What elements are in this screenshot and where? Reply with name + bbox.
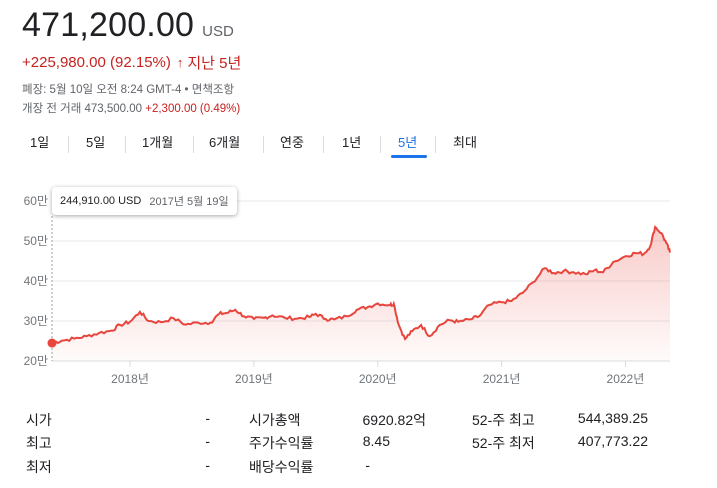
stat-value-low: - [205, 457, 210, 473]
x-tick-label: 2022년 [607, 372, 645, 386]
market-close-info: 폐장: 5월 10일 오전 8:24 GMT-4 • 면책조항 [22, 84, 235, 96]
chart-tooltip: 244,910.00 USD 2017년 5월 19일 [52, 187, 237, 215]
y-tick-label: 60만 [24, 194, 48, 208]
tab-5y[interactable]: 5년 [398, 128, 417, 158]
change-value: +225,980.00 (92.15%) [22, 54, 171, 71]
stat-label-52w-low: 52-주 최저 [472, 435, 535, 451]
y-tick-label: 40만 [24, 274, 48, 288]
stat-value-high: - [205, 433, 210, 449]
range-tabs: 1일 5일 1개월 6개월 연중 1년 5년 최대 [0, 128, 717, 160]
tab-divider [323, 136, 324, 153]
tab-divider [193, 136, 194, 153]
current-price: 471,200.00 [22, 6, 195, 44]
x-axis-labels: 2018년 2019년 2020년 2021년 2022년 [111, 372, 644, 386]
y-tick-label: 50만 [24, 234, 48, 248]
tab-5d[interactable]: 5일 [86, 128, 105, 158]
x-tick-label: 2019년 [235, 372, 273, 386]
premarket-info: 개장 전 거래 473,500.00 +2,300.00 (0.49%) [22, 100, 240, 116]
price-area-fill [52, 227, 670, 361]
hover-point [47, 338, 57, 348]
stat-label-low: 최저 [26, 459, 52, 475]
stat-value-open: - [205, 410, 210, 426]
stat-label-high: 최고 [26, 435, 52, 451]
tab-divider [380, 136, 381, 153]
stat-value-dividend-yield: - [365, 457, 370, 473]
price-header: 471,200.00 USD [22, 6, 234, 45]
arrow-up-icon: ↑ [176, 55, 184, 70]
stat-label-dividend-yield: 배당수익률 [249, 459, 314, 475]
y-tick-label: 30만 [24, 314, 48, 328]
change-period: 지난 5년 [187, 55, 242, 72]
tab-1m[interactable]: 1개월 [142, 128, 173, 158]
stat-label-open: 시가 [26, 412, 52, 428]
tab-divider [263, 136, 264, 153]
tooltip-date: 2017년 5월 19일 [149, 196, 229, 208]
stat-value-52w-high: 544,389.25 [577, 410, 648, 426]
x-tick-label: 2021년 [483, 372, 521, 386]
currency-label: USD [202, 23, 234, 40]
tab-ytd[interactable]: 연중 [280, 128, 304, 158]
price-change: +225,980.00 (92.15%) ↑ 지난 5년 [22, 52, 241, 73]
tab-6m[interactable]: 6개월 [209, 128, 240, 158]
x-tick-label: 2018년 [111, 372, 149, 386]
stat-value-52w-low: 407,773.22 [577, 433, 648, 449]
tab-1d[interactable]: 1일 [30, 128, 49, 158]
tab-divider [435, 136, 436, 153]
stat-label-market-cap: 시가총액 [249, 412, 301, 428]
premarket-change: +2,300.00 (0.49%) [145, 103, 241, 115]
y-axis-labels: 20만 30만 40만 50만 60만 [24, 194, 48, 368]
tab-divider [68, 136, 69, 153]
stat-label-52w-high: 52-주 최고 [472, 412, 535, 428]
stat-label-pe-ratio: 주가수익률 [249, 435, 314, 451]
stat-value-pe-ratio: 8.45 [362, 433, 390, 449]
tab-max[interactable]: 최대 [453, 128, 477, 158]
y-tick-label: 20만 [24, 354, 48, 368]
tab-divider [125, 136, 126, 153]
active-tab-indicator [391, 155, 427, 158]
x-tick-label: 2020년 [359, 372, 397, 386]
stat-value-market-cap: 6920.82억 [362, 412, 427, 428]
tab-1y[interactable]: 1년 [342, 128, 361, 158]
premarket-label: 개장 전 거래 473,500.00 [22, 103, 143, 115]
tooltip-value: 244,910.00 USD [60, 195, 142, 207]
